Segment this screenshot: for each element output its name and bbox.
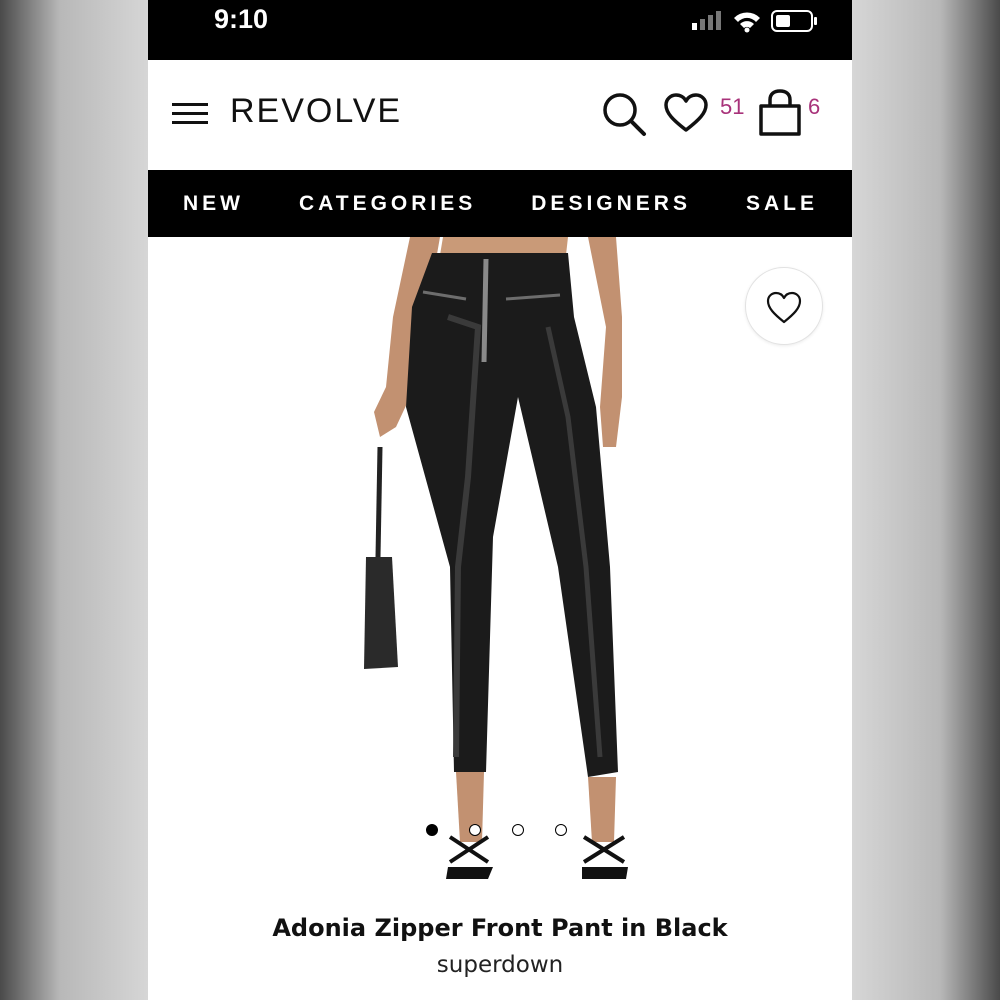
nav-item-designers[interactable]: DESIGNERS	[531, 192, 691, 216]
pagination-dot[interactable]	[555, 824, 567, 836]
site-logo[interactable]: REVOLVE	[230, 92, 402, 131]
wifi-icon	[734, 12, 760, 33]
bag-count: 6	[808, 94, 821, 119]
product-image[interactable]	[148, 237, 852, 900]
search-icon[interactable]	[600, 90, 648, 138]
category-nav: NEW CATEGORIES DESIGNERS SALE	[148, 170, 852, 237]
menu-icon[interactable]	[170, 100, 210, 130]
image-pagination	[426, 824, 567, 836]
heart-icon[interactable]	[663, 92, 709, 134]
status-bar: 9:10	[148, 0, 852, 60]
site-header: REVOLVE 51 6	[148, 60, 852, 170]
bag-icon[interactable]	[756, 88, 804, 138]
product-brand[interactable]: superdown	[148, 952, 852, 978]
battery-icon	[771, 10, 817, 32]
wishlist-count: 51	[720, 94, 745, 119]
status-time: 9:10	[214, 4, 269, 34]
pagination-dot[interactable]	[512, 824, 524, 836]
signal-icon	[692, 11, 721, 30]
pagination-dot[interactable]	[426, 824, 438, 836]
nav-item-new[interactable]: NEW	[183, 192, 244, 216]
status-icons	[692, 10, 817, 33]
nav-item-categories[interactable]: CATEGORIES	[299, 192, 476, 216]
pagination-dot[interactable]	[469, 824, 481, 836]
heart-icon	[766, 291, 802, 324]
product-name[interactable]: Adonia Zipper Front Pant in Black	[148, 914, 852, 942]
phone-screen: 9:10 REVOLVE 51 6 NEW CATEGORIES DESIGNE…	[148, 0, 852, 1000]
favorite-button[interactable]	[745, 267, 823, 345]
nav-item-sale[interactable]: SALE	[746, 192, 818, 216]
